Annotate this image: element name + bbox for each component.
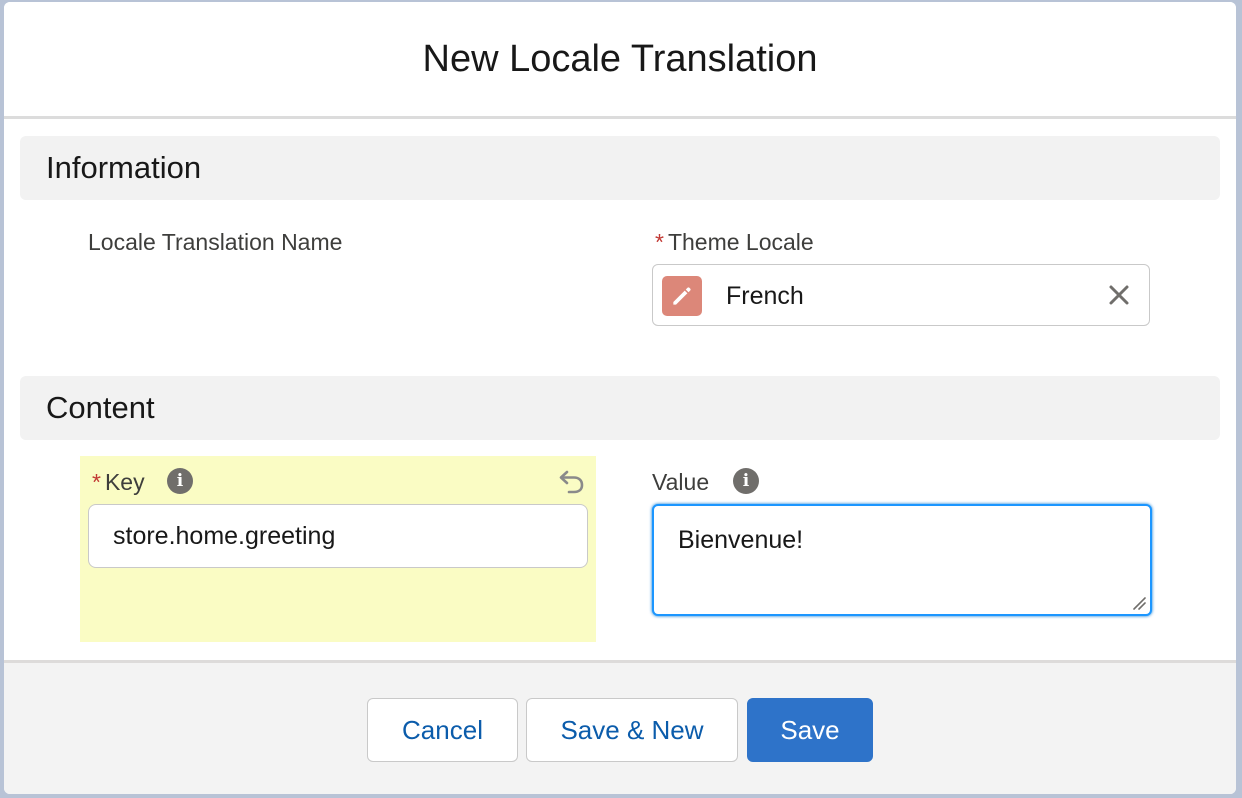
value-label: Value (652, 469, 710, 495)
value-help-info-icon[interactable]: i (733, 468, 759, 494)
clear-selection-button[interactable] (1103, 279, 1135, 311)
resize-handle-icon[interactable] (1132, 596, 1146, 610)
required-indicator: * (655, 229, 664, 255)
theme-locale-lookup[interactable]: French (652, 264, 1150, 326)
section-title-content: Content (46, 390, 155, 425)
undo-icon[interactable] (557, 466, 587, 496)
theme-locale-selected-value: French (726, 282, 804, 310)
save-and-new-button[interactable]: Save & New (526, 698, 738, 762)
close-icon (1109, 285, 1129, 305)
key-input[interactable] (88, 504, 588, 568)
section-title-information: Information (46, 150, 202, 185)
modal-header: New Locale Translation (4, 2, 1236, 119)
modal-footer: Cancel Save & New Save (4, 660, 1236, 794)
locale-translation-name-label: Locale Translation Name (88, 229, 343, 255)
required-indicator: * (92, 469, 101, 495)
theme-locale-label: * Theme Locale (655, 229, 814, 256)
pencil-icon (662, 276, 702, 316)
key-label-text: Key (104, 469, 145, 495)
cancel-button[interactable]: Cancel (367, 698, 518, 762)
value-textarea[interactable]: Bienvenue! (652, 504, 1152, 616)
save-button[interactable]: Save (747, 698, 873, 762)
section-header-content[interactable]: Content (20, 376, 1220, 440)
new-locale-translation-modal: New Locale Translation Information Local… (4, 2, 1236, 794)
section-header-information[interactable]: Information (20, 136, 1220, 200)
modal-title: New Locale Translation (422, 37, 818, 80)
key-help-info-icon[interactable]: i (167, 468, 193, 494)
theme-locale-label-text: Theme Locale (667, 229, 814, 255)
key-label: * Key (92, 469, 145, 496)
